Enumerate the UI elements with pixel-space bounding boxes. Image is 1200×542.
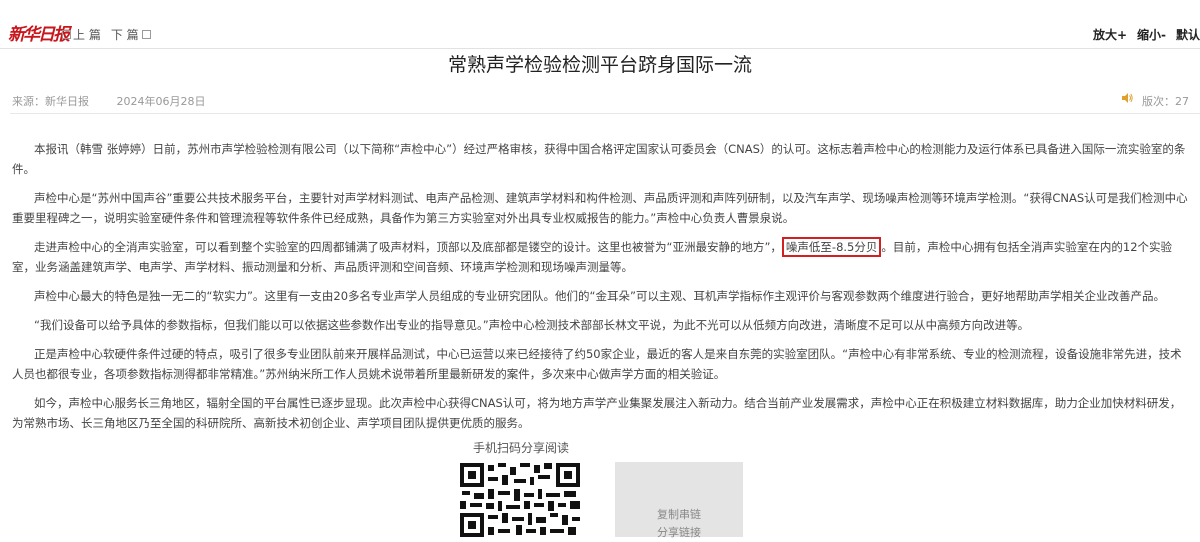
article-source: 来源：新华日报 — [12, 95, 89, 108]
top-toolbar: 新华日报 上 篇 下 篇 放大+ 缩小- 默认 — [0, 0, 1200, 49]
qr-share-label: 手机扫码分享阅读 — [473, 441, 570, 455]
zoom-reset-button[interactable]: 默认 — [1176, 26, 1200, 43]
newspaper-logo[interactable]: 新华日报 — [8, 20, 70, 45]
article-edition: 版次：27 — [1142, 95, 1189, 108]
qr-code-icon — [458, 461, 582, 537]
paragraph-3-start: 走进声检中心的全消声实验室，可以看到整个实验室的四周都铺满了吸声材料，顶部以及底… — [34, 240, 782, 254]
paragraph-6: 正是声检中心软硬件条件过硬的特点，吸引了很多专业团队前来开展样品测试，中心已运营… — [12, 347, 1182, 381]
prev-article-label: 上 篇 — [73, 28, 101, 42]
zoom-in-button[interactable]: 放大+ — [1093, 26, 1127, 43]
article-date: 2024年06月28日 — [116, 95, 206, 108]
article-title: 常熟声学检验检测平台跻身国际一流 — [447, 54, 752, 76]
next-article-link[interactable]: 下 篇 — [111, 26, 153, 43]
paragraph-2: 声检中心是“苏州中国声谷”重要公共技术服务平台，主要针对声学材料测试、电声产品检… — [12, 191, 1188, 225]
paragraph-3: 走进声检中心的全消声实验室，可以看到整个实验室的四周都铺满了吸声材料，顶部以及底… — [12, 237, 1192, 277]
speaker-icon[interactable] — [1121, 92, 1133, 104]
paragraph-7: 如今，声检中心服务长三角地区，辐射全国的平台属性已逐步显现。此次声检中心获得CN… — [12, 396, 1182, 430]
article-pager: 上 篇 下 篇 — [62, 26, 159, 43]
zoom-controls: 放大+ 缩小- 默认 — [1093, 26, 1200, 43]
article-body: 本报讯（韩雪 张婷婷）日前，苏州市声学检验检测有限公司（以下简称“声检中心”）经… — [12, 139, 1192, 442]
divider — [10, 113, 1200, 114]
prev-square-icon — [62, 30, 71, 39]
copy-link-button[interactable]: 复制串链 分享链接 — [615, 462, 743, 539]
copy-link-line-1: 复制串链 — [657, 508, 701, 521]
next-article-label: 下 篇 — [110, 28, 139, 42]
paragraph-4: 声检中心最大的特色是独一无二的“软实力”。这里有一支由20多名专业声学人员组成的… — [34, 289, 1165, 303]
paragraph-1: 本报讯（韩雪 张婷婷）日前，苏州市声学检验检测有限公司（以下简称“声检中心”）经… — [12, 142, 1186, 176]
paragraph-5: “我们设备可以给予具体的参数指标，但我们能以可以依据这些参数作出专业的指导意见。… — [34, 318, 1030, 332]
prev-article-link[interactable]: 上 篇 — [62, 26, 101, 43]
highlighted-noise-level: 噪声低至-8.5分贝 — [781, 237, 882, 257]
zoom-out-button[interactable]: 缩小- — [1137, 26, 1166, 43]
article-meta: 来源：新华日报 2024年06月28日 — [12, 93, 230, 109]
next-square-icon — [141, 30, 151, 39]
copy-link-line-2: 分享链接 — [657, 526, 701, 539]
